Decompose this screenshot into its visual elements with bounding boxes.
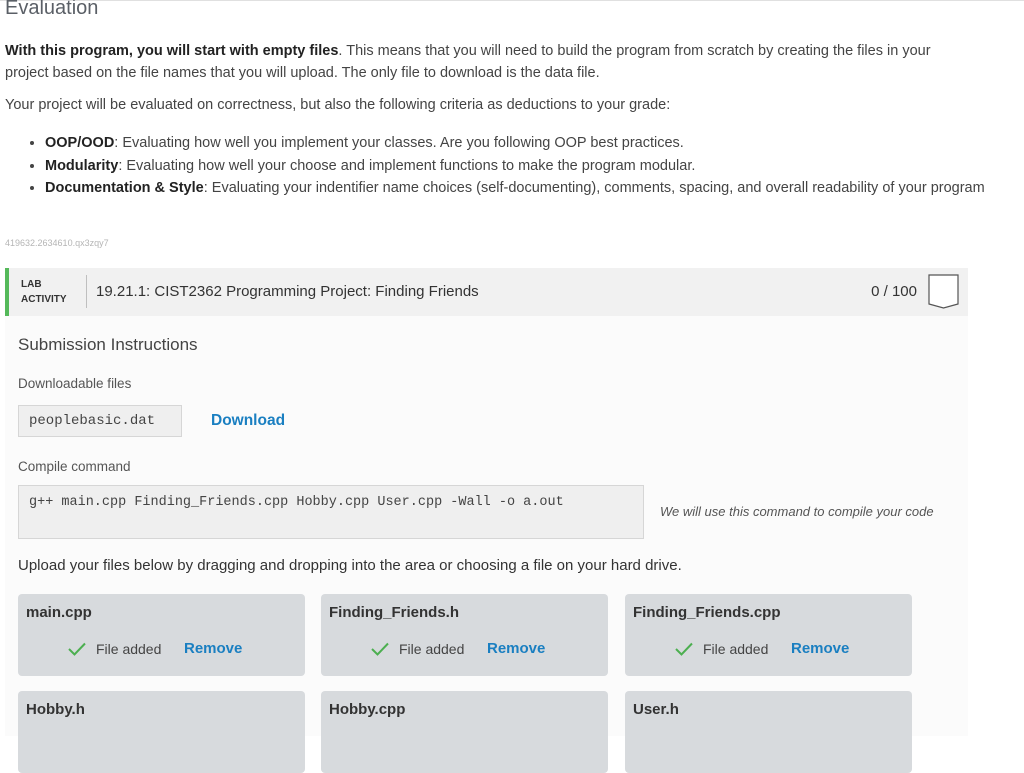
section-title: Evaluation (5, 0, 99, 19)
submission-title: Submission Instructions (18, 335, 198, 354)
slot-status-text: File added (96, 641, 162, 657)
criteria-item-oop: OOP/OOD: Evaluating how well you impleme… (45, 132, 1005, 155)
data-file-name: peoplebasic.dat (18, 405, 182, 437)
file-upload-slot-hobby-h[interactable]: Hobby.h (18, 691, 305, 773)
criteria-desc: : Evaluating your indentifier name choic… (203, 180, 985, 196)
criteria-term: Modularity (45, 157, 119, 174)
criteria-item-documentation: Documentation & Style: Evaluating your i… (45, 177, 1005, 200)
compile-command-box: g++ main.cpp Finding_Friends.cpp Hobby.c… (18, 485, 644, 539)
slot-file-name: User.h (633, 701, 679, 718)
slot-status: File added (675, 641, 768, 657)
slot-file-name: Finding_Friends.h (329, 604, 459, 621)
remove-button[interactable]: Remove (487, 640, 545, 657)
check-icon (371, 642, 389, 656)
slot-status-text: File added (399, 641, 465, 657)
top-divider (0, 0, 1024, 1)
compile-command-label: Compile command (18, 459, 131, 474)
lab-tag-line2: ACTIVITY (21, 294, 67, 305)
file-upload-slot-user-h[interactable]: User.h (625, 691, 912, 773)
criteria-term: Documentation & Style (45, 180, 204, 196)
file-upload-slot-main-cpp[interactable]: main.cpp File added Remove (18, 594, 305, 676)
remove-button[interactable]: Remove (791, 640, 849, 657)
intro-bold-text: With this program, you will start with e… (5, 43, 339, 59)
downloadable-files-label: Downloadable files (18, 376, 132, 391)
lab-activity-tag: LAB ACTIVITY (21, 277, 67, 307)
slot-file-name: Finding_Friends.cpp (633, 604, 781, 621)
lab-header-divider (86, 275, 87, 308)
criteria-desc: : Evaluating how well your choose and im… (118, 157, 696, 174)
criteria-list: OOP/OOD: Evaluating how well you impleme… (5, 132, 1005, 200)
lab-title: 19.21.1: CIST2362 Programming Project: F… (96, 283, 479, 300)
completion-badge-icon (928, 274, 959, 309)
check-icon (68, 642, 86, 656)
file-upload-slot-finding-friends-cpp[interactable]: Finding_Friends.cpp File added Remove (625, 594, 912, 676)
slot-file-name: Hobby.h (26, 701, 85, 718)
slot-file-name: Hobby.cpp (329, 701, 406, 718)
slot-status: File added (371, 641, 464, 657)
criteria-item-modularity: Modularity: Evaluating how well your cho… (45, 155, 1005, 178)
criteria-intro: Your project will be evaluated on correc… (5, 97, 671, 113)
slot-status-text: File added (703, 641, 769, 657)
file-upload-slot-hobby-cpp[interactable]: Hobby.cpp (321, 691, 608, 773)
criteria-desc: : Evaluating how well you implement your… (114, 135, 684, 151)
slot-file-name: main.cpp (26, 604, 92, 621)
criteria-term: OOP/OOD (45, 135, 115, 151)
lab-activity-header: LAB ACTIVITY 19.21.1: CIST2362 Programmi… (5, 268, 968, 316)
check-icon (675, 642, 693, 656)
intro-paragraph: With this program, you will start with e… (5, 40, 965, 84)
tracking-id: 419632.2634610.qx3zqy7 (5, 238, 109, 248)
slot-status: File added (68, 641, 161, 657)
compile-note: We will use this command to compile your… (660, 504, 934, 519)
download-button[interactable]: Download (211, 412, 285, 430)
upload-instructions: Upload your files below by dragging and … (18, 557, 682, 574)
file-upload-slot-finding-friends-h[interactable]: Finding_Friends.h File added Remove (321, 594, 608, 676)
lab-tag-line1: LAB (21, 279, 42, 290)
remove-button[interactable]: Remove (184, 640, 242, 657)
lab-score: 0 / 100 (871, 283, 917, 300)
